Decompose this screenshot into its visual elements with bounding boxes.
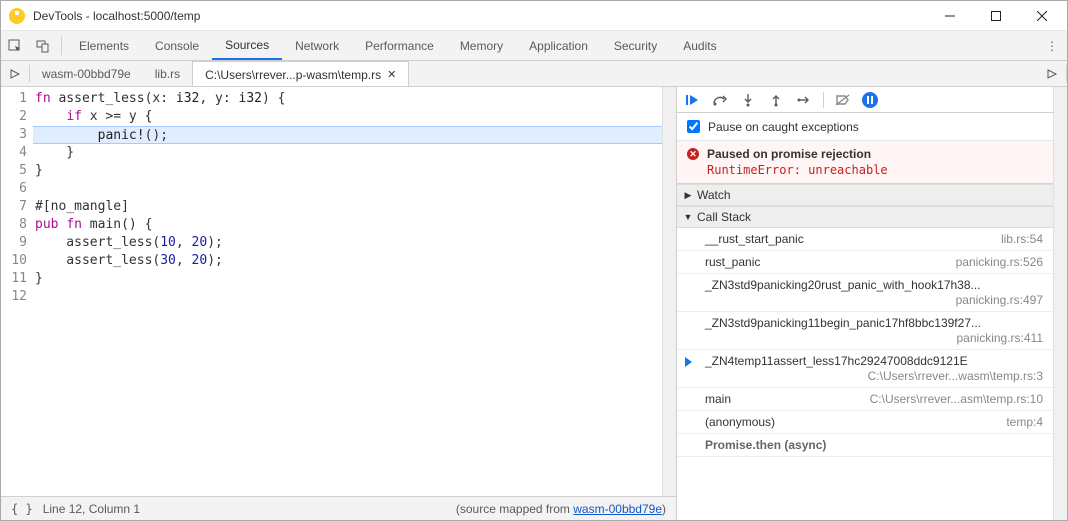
panel-tab-console[interactable]: Console xyxy=(142,31,212,60)
stack-frame[interactable]: _ZN3std9panicking20rust_panic_with_hook1… xyxy=(677,274,1053,312)
pause-on-caught-row[interactable]: Pause on caught exceptions xyxy=(677,113,1053,141)
line-gutter: 123456789101112 xyxy=(1,87,33,496)
window-title: DevTools - localhost:5000/temp xyxy=(33,9,927,23)
panel-tab-security[interactable]: Security xyxy=(601,31,670,60)
callstack-section-header[interactable]: ▼Call Stack xyxy=(677,206,1053,228)
pause-on-exceptions-icon[interactable] xyxy=(862,92,878,108)
deactivate-breakpoints-icon[interactable] xyxy=(834,91,852,109)
main-area: 123456789101112 fn assert_less(x: i32, y… xyxy=(1,87,1067,520)
cursor-position: Line 12, Column 1 xyxy=(43,502,140,516)
drawer-toggle-icon[interactable] xyxy=(1038,61,1066,86)
panel-tab-performance[interactable]: Performance xyxy=(352,31,447,60)
panel-tab-memory[interactable]: Memory xyxy=(447,31,516,60)
maximize-button[interactable] xyxy=(973,1,1019,31)
pause-banner: ✕ Paused on promise rejection RuntimeErr… xyxy=(677,141,1053,184)
callstack-frames: __rust_start_paniclib.rs:54rust_panicpan… xyxy=(677,228,1053,520)
debug-toolbar xyxy=(677,87,1053,113)
source-editor[interactable]: 123456789101112 fn assert_less(x: i32, y… xyxy=(1,87,676,496)
source-map-link[interactable]: wasm-00bbd79e xyxy=(573,502,662,516)
resume-icon[interactable] xyxy=(683,91,701,109)
file-tabs: wasm-00bbd79elib.rsC:\Users\rrever...p-w… xyxy=(30,61,1038,86)
stack-frame[interactable]: (anonymous)temp:4 xyxy=(677,411,1053,434)
panel-tabs: ElementsConsoleSourcesNetworkPerformance… xyxy=(66,31,1037,60)
close-icon[interactable]: ✕ xyxy=(387,68,396,81)
editor-statusbar: { } Line 12, Column 1 (source mapped fro… xyxy=(1,496,676,520)
code-area[interactable]: fn assert_less(x: i32, y: i32) { if x >=… xyxy=(33,87,662,496)
braces-icon[interactable]: { } xyxy=(11,502,33,516)
pause-banner-message: RuntimeError: unreachable xyxy=(707,163,1043,177)
more-icon[interactable]: ⋮ xyxy=(1037,31,1067,60)
app-icon xyxy=(9,8,25,24)
pause-on-caught-checkbox[interactable] xyxy=(687,120,700,133)
stack-frame[interactable]: _ZN4temp11assert_less17hc29247008ddc9121… xyxy=(677,350,1053,388)
stack-frame[interactable]: mainC:\Users\rrever...asm\temp.rs:10 xyxy=(677,388,1053,411)
editor-scrollbar[interactable] xyxy=(662,87,676,496)
watch-section-header[interactable]: ▶Watch xyxy=(677,184,1053,206)
stack-frame[interactable]: __rust_start_paniclib.rs:54 xyxy=(677,228,1053,251)
window-titlebar: DevTools - localhost:5000/temp xyxy=(1,1,1067,31)
panel-tabbar: ElementsConsoleSourcesNetworkPerformance… xyxy=(1,31,1067,61)
minimize-button[interactable] xyxy=(927,1,973,31)
editor-pane: 123456789101112 fn assert_less(x: i32, y… xyxy=(1,87,677,520)
panel-tab-application[interactable]: Application xyxy=(516,31,601,60)
inspect-icon[interactable] xyxy=(1,31,29,60)
async-boundary: Promise.then (async) xyxy=(677,434,1053,457)
error-icon: ✕ xyxy=(687,148,699,160)
stack-frame[interactable]: _ZN3std9panicking11begin_panic17hf8bbc13… xyxy=(677,312,1053,350)
step-out-icon[interactable] xyxy=(767,91,785,109)
source-mapped-label: (source mapped from wasm-00bbd79e) xyxy=(456,502,666,516)
panel-tab-network[interactable]: Network xyxy=(282,31,352,60)
device-toggle-icon[interactable] xyxy=(29,31,57,60)
pause-on-caught-label: Pause on caught exceptions xyxy=(708,120,859,134)
close-button[interactable] xyxy=(1019,1,1065,31)
pause-banner-title: Paused on promise rejection xyxy=(707,147,871,161)
file-tab[interactable]: wasm-00bbd79e xyxy=(30,61,143,86)
step-into-icon[interactable] xyxy=(739,91,757,109)
step-icon[interactable] xyxy=(795,91,813,109)
debugger-pane: Pause on caught exceptions ✕ Paused on p… xyxy=(677,87,1067,520)
panel-tab-audits[interactable]: Audits xyxy=(670,31,729,60)
sidebar-scrollbar[interactable] xyxy=(1053,87,1067,520)
step-over-icon[interactable] xyxy=(711,91,729,109)
panel-tab-sources[interactable]: Sources xyxy=(212,31,282,60)
file-tabbar: wasm-00bbd79elib.rsC:\Users\rrever...p-w… xyxy=(1,61,1067,87)
show-navigator-icon[interactable] xyxy=(1,61,29,86)
stack-frame[interactable]: rust_panicpanicking.rs:526 xyxy=(677,251,1053,274)
file-tab[interactable]: C:\Users\rrever...p-wasm\temp.rs✕ xyxy=(192,61,409,86)
file-tab[interactable]: lib.rs xyxy=(143,61,192,86)
panel-tab-elements[interactable]: Elements xyxy=(66,31,142,60)
